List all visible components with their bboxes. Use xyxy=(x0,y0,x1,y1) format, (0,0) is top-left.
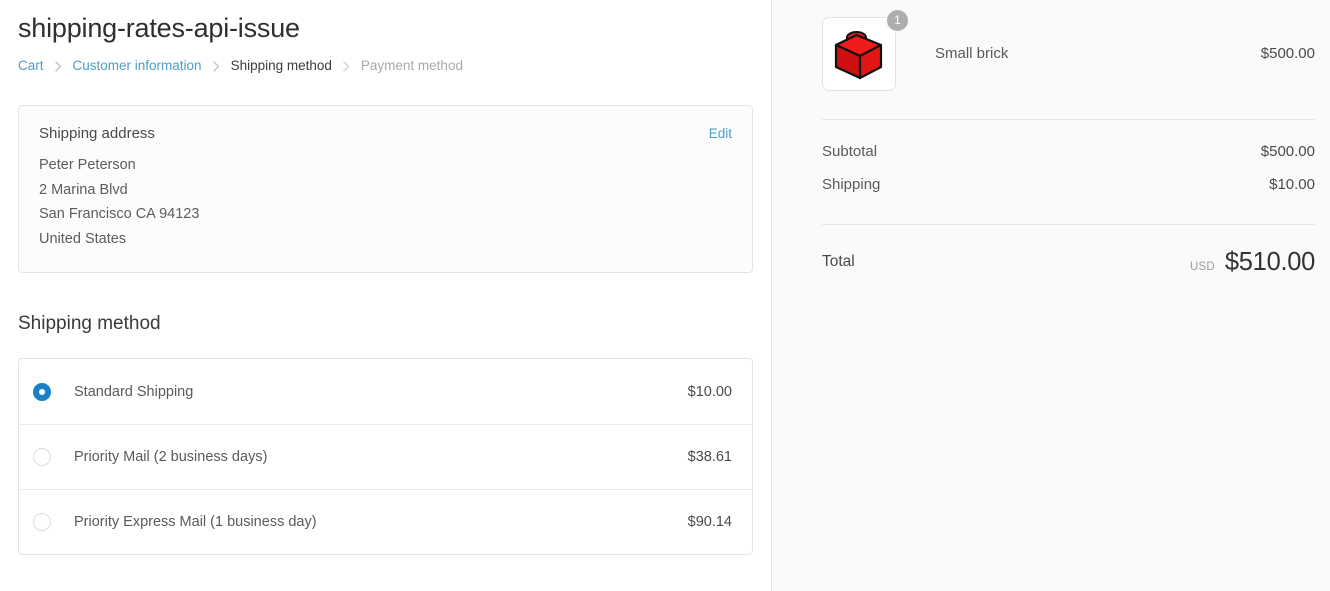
product-thumbnail xyxy=(822,16,896,91)
shipping-address-card: Shipping address Edit Peter Peterson 2 M… xyxy=(18,105,753,273)
breadcrumb-item-customer-information[interactable]: Customer information xyxy=(73,57,202,75)
summary-label: Subtotal xyxy=(822,143,878,160)
total-amount-group: USD $510.00 xyxy=(1190,247,1315,277)
total-label: Total xyxy=(822,253,855,270)
chevron-right-icon xyxy=(343,60,350,72)
summary-row-total: Total USD $510.00 xyxy=(822,247,1315,277)
address-line-name: Peter Peterson xyxy=(39,157,136,173)
product-price: $500.00 xyxy=(1260,44,1315,62)
product-name: Small brick xyxy=(935,44,1009,62)
order-summary-panel: 1 Small brick $500.00 Subtotal $500.00 S… xyxy=(772,0,1330,591)
product-quantity-badge: 1 xyxy=(885,7,910,33)
radio-standard-shipping[interactable] xyxy=(33,382,51,401)
radio-priority-mail[interactable] xyxy=(33,448,51,466)
breadcrumb: Cart Customer information Shipping metho… xyxy=(18,57,753,75)
summary-totals: Subtotal $500.00 Shipping $10.00 xyxy=(822,120,1315,208)
breadcrumb-item-cart[interactable]: Cart xyxy=(18,57,44,75)
shipping-option-label: Priority Express Mail (1 business day) xyxy=(74,514,317,530)
shipping-address-title: Shipping address xyxy=(39,125,155,142)
summary-row-subtotal: Subtotal $500.00 xyxy=(822,142,1315,175)
shipping-method-options: Standard Shipping $10.00 Priority Mail (… xyxy=(18,358,753,555)
breadcrumb-item-payment-method: Payment method xyxy=(360,58,463,73)
shipping-option-price: $38.61 xyxy=(687,449,732,465)
summary-value: $500.00 xyxy=(1260,143,1315,160)
shipping-option-price: $90.14 xyxy=(687,514,732,530)
order-line-item: 1 Small brick $500.00 xyxy=(822,0,1315,92)
checkout-page: shipping-rates-api-issue Cart Customer i… xyxy=(0,0,1330,591)
checkout-main-panel: shipping-rates-api-issue Cart Customer i… xyxy=(0,0,772,591)
breadcrumb-item-shipping-method: Shipping method xyxy=(230,58,332,73)
chevron-right-icon xyxy=(54,60,62,72)
shipping-option-price: $10.00 xyxy=(687,383,732,400)
red-brick-icon xyxy=(828,23,890,85)
address-line-city-state-zip: San Francisco CA 94123 xyxy=(39,206,200,222)
shipping-address-lines: Peter Peterson 2 Marina Blvd San Francis… xyxy=(39,153,732,251)
summary-label: Shipping xyxy=(822,176,881,193)
page-title: shipping-rates-api-issue xyxy=(18,13,300,43)
radio-priority-express-mail[interactable] xyxy=(33,513,51,531)
summary-value: $10.00 xyxy=(1269,176,1315,193)
shipping-option-label: Priority Mail (2 business days) xyxy=(74,449,268,465)
total-amount: $510.00 xyxy=(1224,248,1315,276)
shipping-method-section-title: Shipping method xyxy=(18,313,161,334)
shipping-option-priority-mail[interactable]: Priority Mail (2 business days) $38.61 xyxy=(19,424,752,489)
product-thumbnail-wrap: 1 xyxy=(822,7,910,91)
address-line-street: 2 Marina Blvd xyxy=(39,181,128,198)
edit-shipping-address-link[interactable]: Edit xyxy=(709,124,732,144)
shipping-option-standard-shipping[interactable]: Standard Shipping $10.00 xyxy=(19,359,752,424)
shipping-option-label: Standard Shipping xyxy=(74,383,194,400)
chevron-right-icon xyxy=(212,60,220,72)
address-line-country: United States xyxy=(39,230,127,247)
shipping-address-header: Shipping address Edit xyxy=(39,124,732,144)
summary-row-shipping: Shipping $10.00 xyxy=(822,175,1315,208)
total-currency: USD xyxy=(1190,261,1215,273)
shipping-option-priority-express-mail[interactable]: Priority Express Mail (1 business day) $… xyxy=(19,489,752,554)
summary-divider-bottom xyxy=(822,224,1315,225)
